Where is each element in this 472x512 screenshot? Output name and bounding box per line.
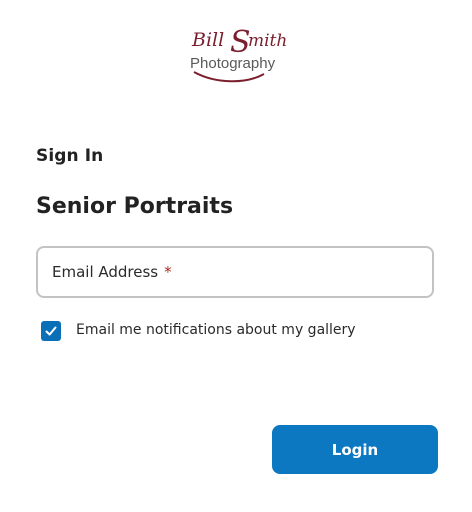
bill-smith-photography-logo: Bill S mith Photography Bill Smith Photo… xyxy=(186,24,290,84)
sign-in-heading: Sign In xyxy=(36,146,104,166)
svg-text:Bill: Bill xyxy=(191,29,224,51)
notify-checkbox[interactable] xyxy=(41,321,61,341)
svg-text:mith: mith xyxy=(248,31,287,51)
required-marker: * xyxy=(164,263,172,281)
gallery-title: Senior Portraits xyxy=(36,194,234,219)
svg-text:Photography: Photography xyxy=(190,55,276,72)
login-button[interactable]: Login xyxy=(272,425,438,474)
logo-mark: Bill S mith Photography xyxy=(190,25,287,83)
logo-sub-text: Photography xyxy=(186,84,187,85)
logo-script-text: Bill Smith xyxy=(186,84,187,85)
notify-checkbox-label[interactable]: Email me notifications about my gallery xyxy=(76,322,356,338)
email-field[interactable]: Email Address * xyxy=(36,246,434,298)
email-field-label: Email Address * xyxy=(52,263,172,281)
checkmark-icon xyxy=(45,326,57,336)
email-label-text: Email Address xyxy=(52,263,159,281)
